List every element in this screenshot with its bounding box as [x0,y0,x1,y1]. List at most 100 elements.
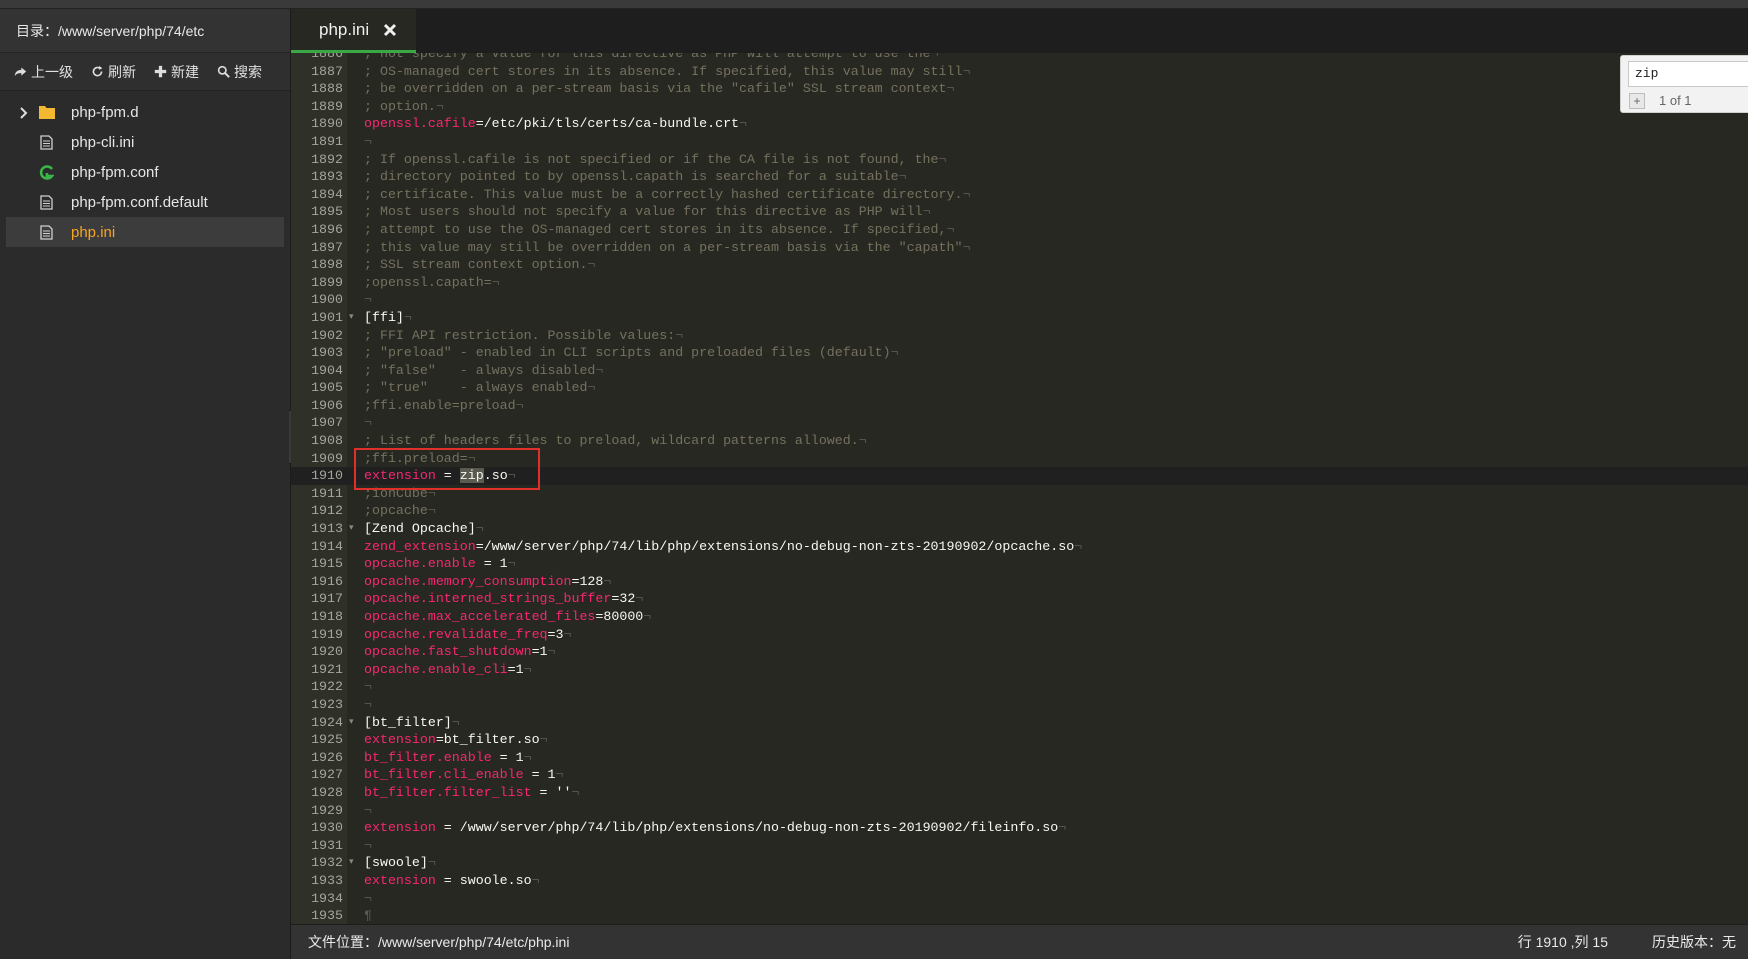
code-line[interactable]: 1927 bt_filter.cli_enable = 1¬ [291,766,1748,784]
config-file-icon [38,164,55,181]
code-line[interactable]: 1890 openssl.cafile=/etc/pki/tls/certs/ca… [291,115,1748,133]
fold-arrow-icon[interactable]: ▾ [349,309,357,327]
file-item[interactable]: php-fpm.conf.default [6,187,284,217]
code-line[interactable]: 1914 zend_extension=/www/server/php/74/li… [291,538,1748,556]
file-name: php-cli.ini [71,133,135,151]
file-item[interactable]: php-fpm.d [6,97,284,127]
line-code: opcache.memory_consumption=128¬ [364,573,611,591]
line-code: ; not specify a value for this directive… [364,53,939,63]
find-input[interactable]: zip [1628,61,1748,87]
new-button[interactable]: 新建 [154,62,199,82]
annotation-highlight-box [354,448,540,490]
code-line[interactable]: 1918 opcache.max_accelerated_files=80000¬ [291,608,1748,626]
code-line[interactable]: 1896 ; attempt to use the OS-managed cert… [291,221,1748,239]
directive-value: = 1 [491,749,524,765]
eol-marker-icon: ¬ [531,872,540,888]
code-line[interactable]: 1899 ;openssl.capath=¬ [291,274,1748,292]
code-line[interactable]: 1898 ; SSL stream context option.¬ [291,256,1748,274]
up-level-button[interactable]: 上一级 [14,62,73,82]
comment-text: ;ffi.enable=preload [364,397,516,413]
code-line[interactable]: 1933 extension = swoole.so¬ [291,872,1748,890]
find-options-button[interactable]: + [1629,93,1645,109]
comment-text: ; be overridden on a per-stream basis vi… [364,81,947,97]
code-line[interactable]: 1902 ; FFI API restriction. Possible valu… [291,327,1748,345]
code-line[interactable]: 1926 bt_filter.enable = 1¬ [291,749,1748,767]
code-line[interactable]: 1886 ; not specify a value for this direc… [291,53,1748,63]
code-line[interactable]: 1922 ¬ [291,678,1748,696]
code-line[interactable]: 1915 opcache.enable = 1¬ [291,555,1748,573]
history-version[interactable]: 历史版本：无 [1652,932,1736,952]
code-line[interactable]: 1928 bt_filter.filter_list = ''¬ [291,784,1748,802]
code-line[interactable]: 1891 ¬ [291,133,1748,151]
line-code: extension=bt_filter.so¬ [364,731,548,749]
code-line[interactable]: 1889 ; option.¬ [291,98,1748,116]
eol-marker-icon: ¬ [435,98,444,114]
line-code: bt_filter.enable = 1¬ [364,749,532,767]
code-line[interactable]: 1934 ¬ [291,890,1748,908]
line-code: ; SSL stream context option.¬ [364,256,595,274]
close-icon[interactable] [383,23,397,37]
code-line[interactable]: 1887 ; OS-managed cert stores in its abse… [291,63,1748,81]
code-line[interactable]: 1920 opcache.fast_shutdown=1¬ [291,643,1748,661]
tab-php-ini[interactable]: php.ini [291,9,416,53]
code-line[interactable]: 1900 ¬ [291,291,1748,309]
code-line[interactable]: 1894 ; certificate. This value must be a … [291,186,1748,204]
section-header: [Zend Opcache] [364,521,476,537]
code-line[interactable]: 1917 opcache.interned_strings_buffer=32¬ [291,590,1748,608]
code-line[interactable]: 1893 ; directory pointed to by openssl.ca… [291,168,1748,186]
code-line[interactable]: 1897 ; this value may still be overridden… [291,239,1748,257]
file-name: php-fpm.conf [71,163,159,181]
line-code: ; directory pointed to by openssl.capath… [364,168,907,186]
code-line[interactable]: 1931 ¬ [291,837,1748,855]
directive-value: =1 [507,661,524,677]
directive-value: = 1 [523,767,556,783]
code-line[interactable]: 1903 ; "preload" - enabled in CLI scripts… [291,344,1748,362]
code-line[interactable]: 1905 ; "true" - always enabled¬ [291,379,1748,397]
code-line[interactable]: 1921 opcache.enable_cli=1¬ [291,661,1748,679]
code-line[interactable]: 1888 ; be overridden on a per-stream basi… [291,80,1748,98]
code-line[interactable]: 1930 extension = /www/server/php/74/lib/p… [291,819,1748,837]
file-item[interactable]: php.ini [6,217,284,247]
code-line[interactable]: 1906 ;ffi.enable=preload¬ [291,397,1748,415]
line-number: 1933 [311,872,343,888]
code-line[interactable]: 1919 opcache.revalidate_freq=3¬ [291,626,1748,644]
file-item[interactable]: php-fpm.conf [6,157,284,187]
code-line[interactable]: 1916 opcache.memory_consumption=128¬ [291,573,1748,591]
code-line[interactable]: 1912 ;opcache¬ [291,502,1748,520]
line-code: ; option.¬ [364,98,444,116]
line-code: ; "preload" - enabled in CLI scripts and… [364,344,899,362]
code-line[interactable]: 1913 ▾ [Zend Opcache]¬ [291,520,1748,538]
line-number: 1891 [311,133,343,149]
eol-marker-icon: ¬ [962,239,971,255]
line-code: ¬ [364,802,372,820]
code-line[interactable]: 1932 ▾ [swoole]¬ [291,854,1748,872]
code-line[interactable]: 1895 ; Most users should not specify a va… [291,203,1748,221]
file-item[interactable]: php-cli.ini [6,127,284,157]
search-icon [217,65,230,78]
find-match-count: 1 of 1 [1659,93,1692,108]
search-button[interactable]: 搜索 [217,62,262,82]
fold-arrow-icon[interactable]: ▾ [349,714,357,732]
eol-marker-icon: ¬ [1074,538,1083,554]
code-line[interactable]: 1901 ▾ [ffi]¬ [291,309,1748,327]
code-line[interactable]: 1907 ¬ [291,414,1748,432]
code-line[interactable]: 1904 ; "false" - always disabled¬ [291,362,1748,380]
eol-marker-icon: ¬ [451,714,460,730]
directive-value: = '' [531,784,572,800]
directive-value: =1 [531,644,548,660]
fold-arrow-icon[interactable]: ▾ [349,520,357,538]
code-line[interactable]: 1923 ¬ [291,696,1748,714]
chevron-right-icon[interactable] [18,106,30,119]
code-line[interactable]: 1925 extension=bt_filter.so¬ [291,731,1748,749]
directive-key: bt_filter.filter_list [364,784,532,800]
code-line[interactable]: 1935 ¶ [291,907,1748,924]
code-line[interactable]: 1924 ▾ [bt_filter]¬ [291,714,1748,732]
fold-arrow-icon[interactable]: ▾ [349,854,357,872]
code-line[interactable]: 1929 ¬ [291,802,1748,820]
refresh-button[interactable]: 刷新 [91,62,136,82]
code-line[interactable]: 1892 ; If openssl.cafile is not specified… [291,151,1748,169]
file-list: php-fpm.d php-cli.ini php-fpm.conf php-fpm.… [0,91,290,247]
line-code: extension = swoole.so¬ [364,872,540,890]
line-number: 1917 [311,591,343,607]
line-number: 1886 [311,53,343,61]
